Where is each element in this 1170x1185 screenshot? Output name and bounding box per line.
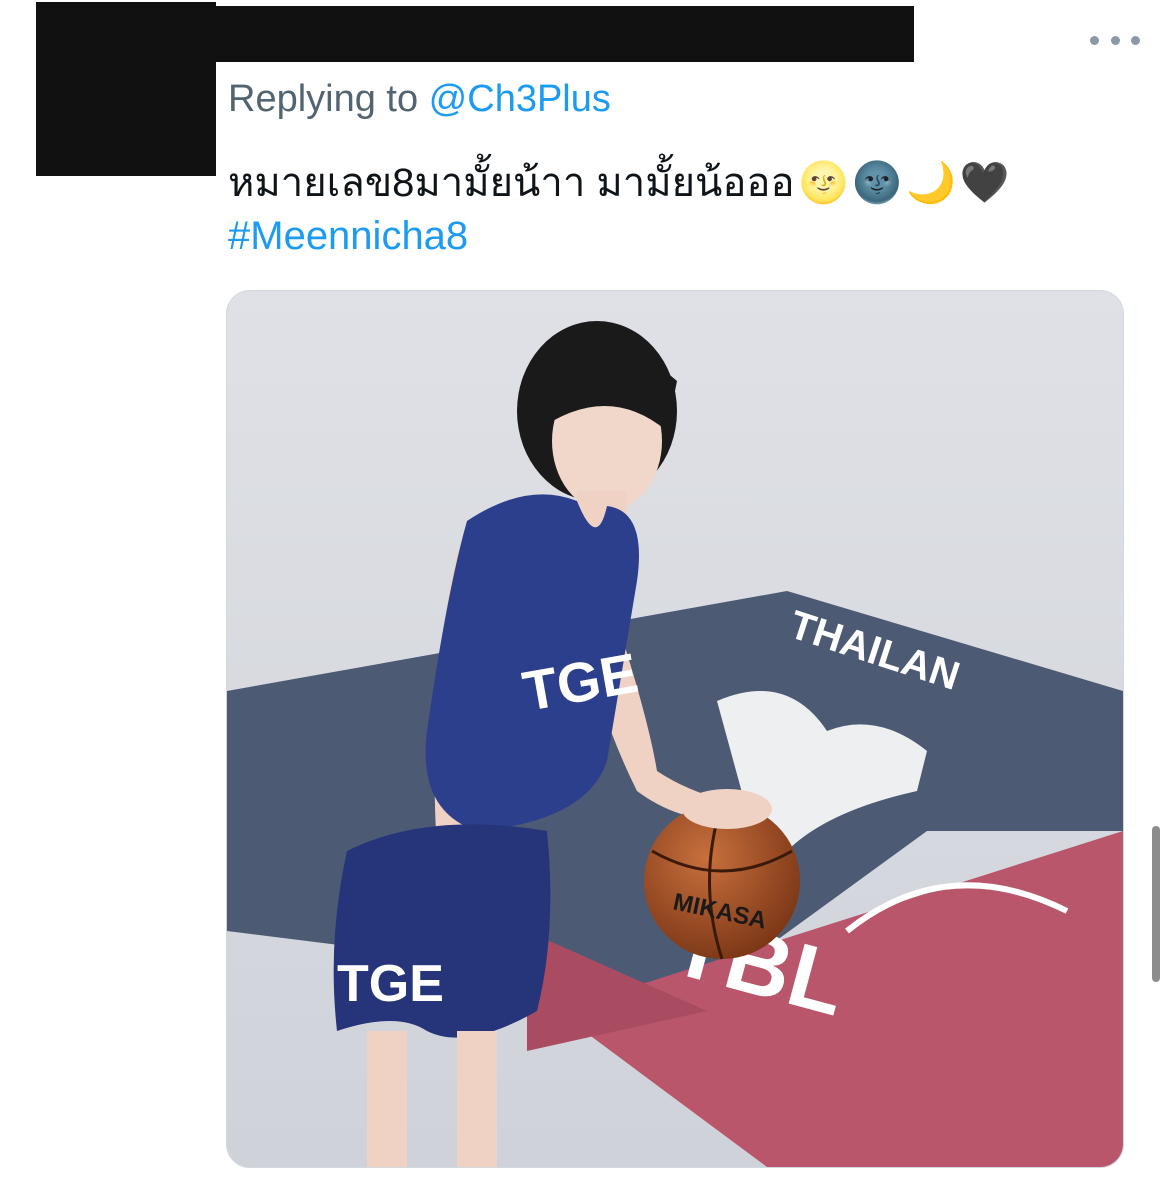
replying-to-line: Replying to @Ch3Plus: [228, 78, 611, 121]
tweet-photo[interactable]: THAILAN TBL TGE TGE MIKASA: [226, 290, 1124, 1168]
avatar[interactable]: [36, 2, 216, 176]
basketball-player-photo: THAILAN TBL TGE TGE MIKASA: [227, 291, 1123, 1167]
more-options-icon[interactable]: [1090, 28, 1140, 52]
shorts-text: TGE: [337, 955, 444, 1013]
reply-handle-link[interactable]: @Ch3Plus: [429, 78, 611, 120]
full-moon-face-icon: 🌝: [798, 160, 849, 205]
crescent-moon-icon: 🌙: [906, 160, 956, 205]
dot-icon: [1131, 35, 1140, 45]
replying-to-prefix: Replying to: [228, 78, 429, 120]
dot-icon: [1110, 35, 1120, 45]
tweet: Replying to @Ch3Plus หมายเลข8มามั้ยน้าา …: [0, 0, 1170, 1185]
tweet-text: หมายเลข8มามั้ยน้าา มามั้ยน้อออ 🌝 🌚 🌙 🖤: [228, 150, 1010, 214]
scrollbar[interactable]: [1152, 826, 1160, 982]
dot-icon: [1090, 35, 1099, 45]
black-heart-icon: 🖤: [959, 160, 1010, 205]
author-name-redacted[interactable]: [216, 6, 914, 62]
hashtag-link[interactable]: #Meennicha8: [228, 214, 468, 259]
new-moon-face-icon: 🌚: [852, 160, 903, 205]
tweet-body: หมายเลข8มามั้ยน้าา มามั้ยน้อออ: [228, 161, 795, 205]
